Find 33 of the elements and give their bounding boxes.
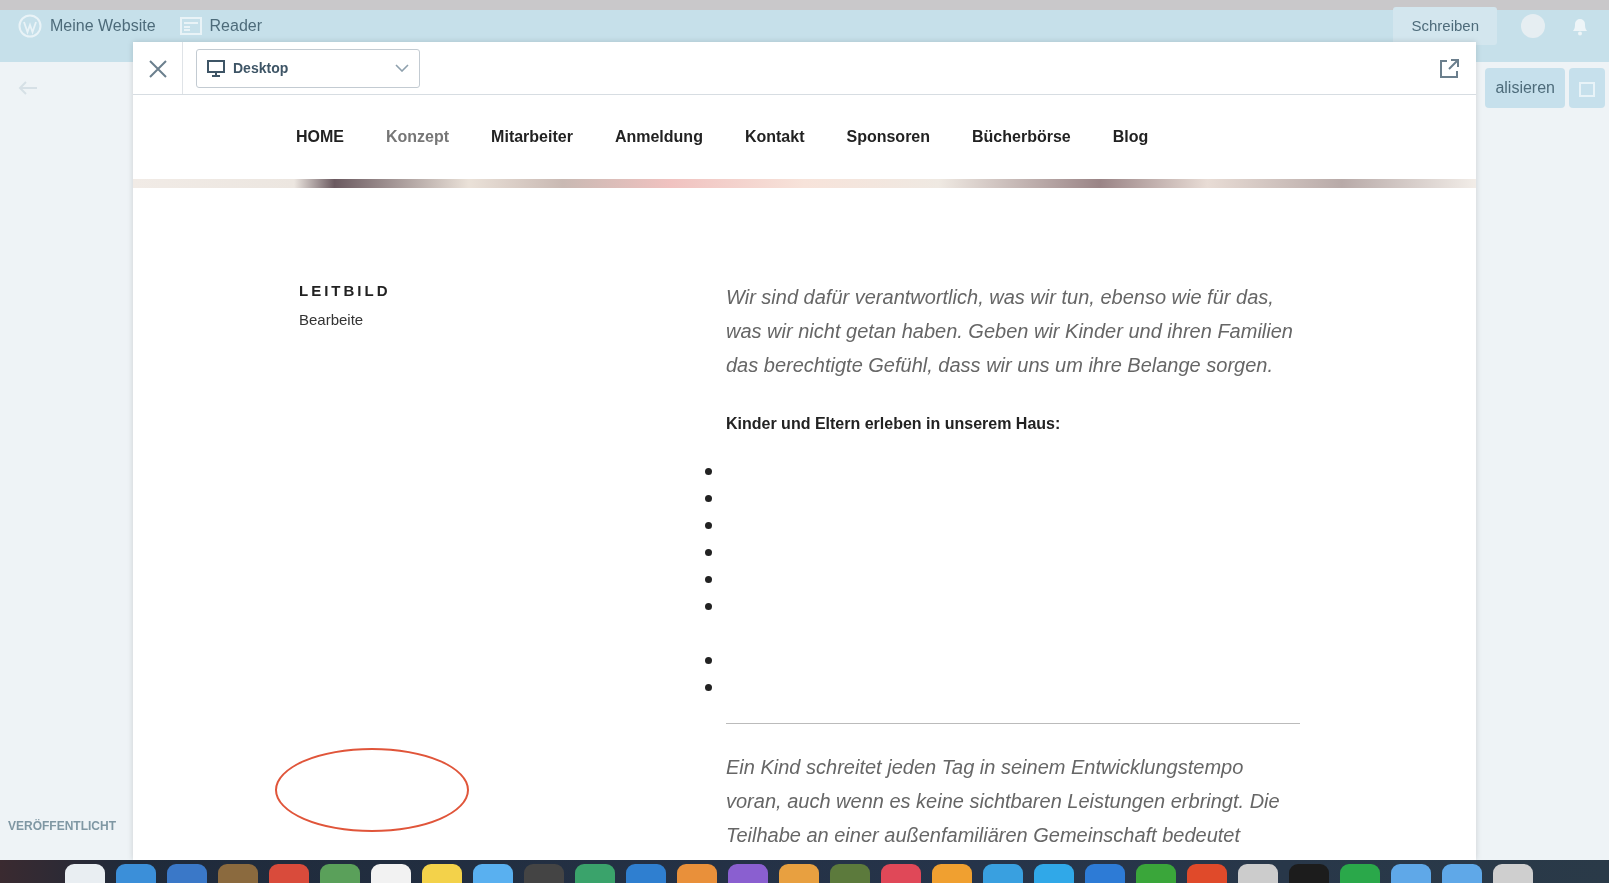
nav-link[interactable]: Kontakt	[744, 125, 805, 149]
nav-link[interactable]: HOME	[296, 125, 344, 149]
edit-link[interactable]: Bearbeite	[299, 308, 726, 331]
reader-link[interactable]: Reader	[209, 14, 262, 38]
nav-link[interactable]: Blog	[1112, 125, 1149, 149]
bullet-icon	[705, 603, 712, 610]
monitor-icon	[207, 59, 225, 77]
bullet-icon	[705, 522, 712, 529]
close-icon	[147, 58, 168, 79]
intro-paragraph: Wir sind dafür verantwortlich, was wir tun, ebenso wie für das, was wir nicht getan haben. Geben wir Kinder und ihren Familien das berechtigte Gefühl, dass wir uns um ihre Belange sorgen.	[726, 285, 1294, 378]
calendar-icon	[1579, 80, 1595, 97]
nav-link[interactable]: Anmeldung	[614, 125, 703, 149]
nav-link[interactable]: Sponsoren	[846, 125, 931, 149]
page-title: LEITBILD	[299, 281, 392, 301]
bullet-icon	[705, 495, 712, 502]
bullet-icon	[705, 468, 712, 475]
nav-link[interactable]: Mitarbeiter	[491, 125, 573, 149]
bullet-icon	[705, 576, 712, 583]
external-link-icon	[1438, 57, 1460, 80]
bullet-icon	[705, 657, 712, 664]
external-link-button[interactable]	[1438, 56, 1460, 80]
close-button[interactable]	[133, 42, 183, 94]
nav-link[interactable]: Bücherbörse	[972, 125, 1071, 149]
publish-button[interactable]: alisieren	[1485, 68, 1565, 108]
bullet-icon	[705, 549, 712, 556]
nav-link[interactable]: Konzept	[386, 125, 450, 149]
publish-status: VERÖFFENTLICHT	[8, 818, 116, 835]
chevron-down-icon	[395, 64, 409, 72]
bullet-icon	[705, 684, 712, 691]
device-select[interactable]: Desktop	[196, 48, 420, 88]
list-heading: Kinder und Eltern erleben in unserem Haus:	[726, 414, 1062, 434]
body-paragraph: Ein Kind schreitet jeden Tag in seinem Entwicklungstempo voran, auch wenn es keine sichtbaren Leistungen erbringt. Die Teilhabe an einer außenfamiliären Gemeinschaft bedeutet	[726, 755, 1281, 848]
site-link[interactable]: Meine Website	[50, 14, 156, 38]
